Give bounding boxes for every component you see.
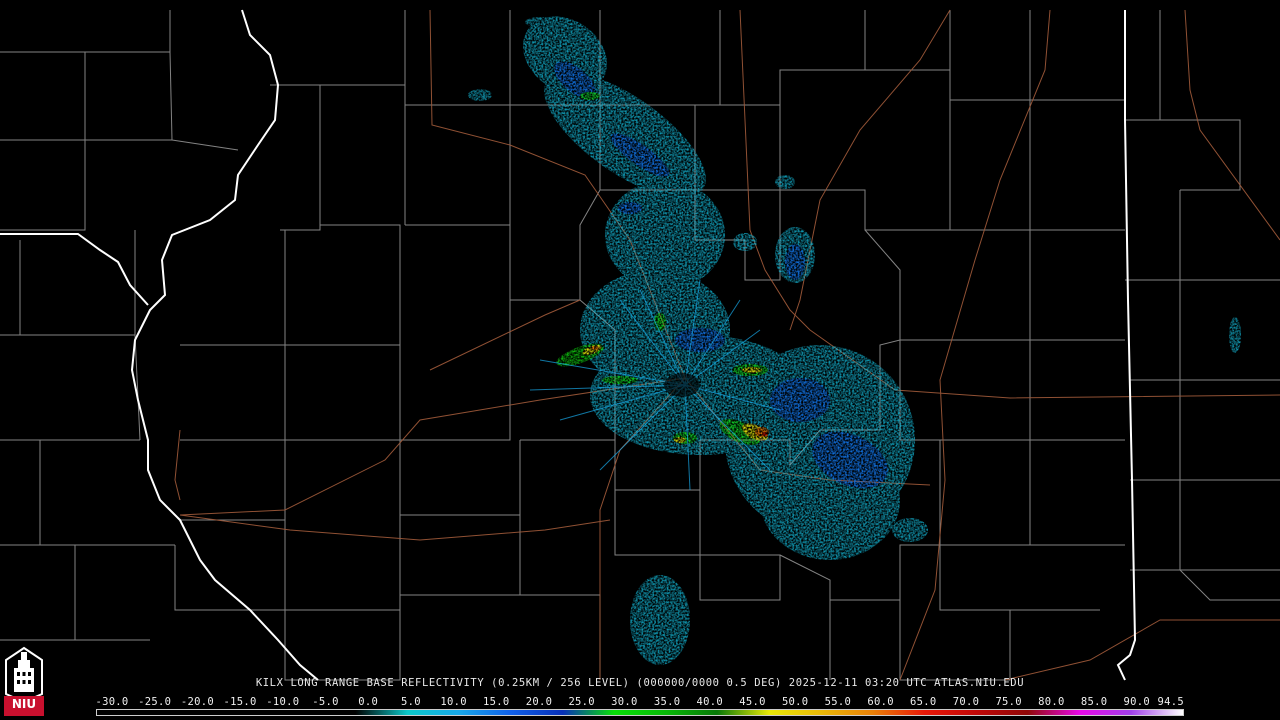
legend-tick: -15.0 <box>223 696 257 708</box>
legend-tick: 0.0 <box>358 696 379 708</box>
legend-tick: 10.0 <box>440 696 467 708</box>
legend-tick: -5.0 <box>312 696 339 708</box>
legend-tick-labels: -30.0 -25.0 -20.0 -15.0 -10.0 -5.0 0.0 5.0 10.0 1… <box>0 696 1280 708</box>
niu-logo-label: NIU <box>11 697 37 711</box>
legend-tick: 20.0 <box>525 696 553 708</box>
legend-tick: 60.0 <box>867 696 894 708</box>
legend-tick: 25.0 <box>568 696 595 708</box>
product-caption: KILX LONG RANGE BASE REFLECTIVITY (0.25K… <box>255 677 1025 689</box>
legend-tick: 65.0 <box>910 696 937 708</box>
radar-site-dark-core <box>664 373 700 397</box>
legend-tick: 5.0 <box>400 696 421 708</box>
legend-tick: 30.0 <box>611 696 638 708</box>
radar-map <box>0 9 1280 681</box>
legend-tick: 45.0 <box>739 696 766 708</box>
legend-tick: -10.0 <box>266 696 300 708</box>
legend-tick: 50.0 <box>781 696 809 708</box>
legend-tick: 85.0 <box>1080 696 1108 708</box>
legend-tick: -30.0 <box>95 696 129 708</box>
legend-tick: 94.5 <box>1157 696 1185 708</box>
legend-tick: -25.0 <box>138 696 172 708</box>
legend-tick: 55.0 <box>824 696 852 708</box>
legend-tick: 80.0 <box>1038 696 1065 708</box>
reflectivity-colorbar <box>96 709 1184 716</box>
legend-tick: 70.0 <box>952 696 980 708</box>
legend-tick: 40.0 <box>696 696 724 708</box>
legend-tick: 75.0 <box>995 696 1022 708</box>
legend-tick: 15.0 <box>483 696 510 708</box>
legend-tick: 90.0 <box>1123 696 1151 708</box>
legend-tick: 35.0 <box>653 696 681 708</box>
legend-tick: -20.0 <box>180 696 214 708</box>
